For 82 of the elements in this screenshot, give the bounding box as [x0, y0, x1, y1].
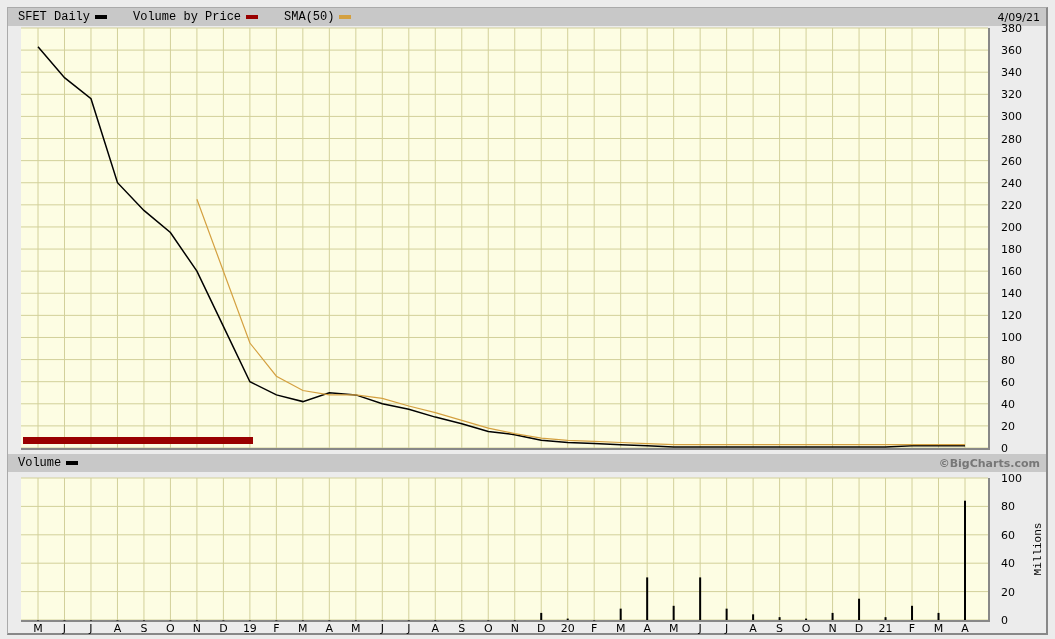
x-axis-label: 19	[242, 622, 257, 635]
y-axis-label: 80	[1001, 500, 1015, 514]
x-axis-label: M	[33, 622, 43, 635]
y-axis-label: 40	[1001, 557, 1015, 571]
y-axis-label: 240	[1001, 176, 1022, 190]
x-axis-label: J	[380, 622, 384, 635]
x-axis-label: A	[961, 622, 969, 635]
y-axis-label: 20	[1001, 585, 1015, 599]
x-axis-label: A	[325, 622, 334, 635]
y-axis-label: 60	[1001, 528, 1015, 542]
volume-bar	[672, 605, 675, 620]
y-axis-label: 40	[1001, 397, 1015, 411]
legend-label: SFET Daily	[18, 10, 90, 24]
x-axis-label: F	[273, 622, 280, 635]
copyright-text: ©BigCharts.com	[938, 456, 1040, 470]
x-axis-label: O	[166, 622, 175, 635]
legend-label: Volume by Price	[133, 10, 242, 24]
x-axis-label: S	[458, 622, 466, 635]
y-axis-label: 280	[1001, 132, 1022, 146]
y-axis-label: 220	[1001, 198, 1022, 212]
volume-bar	[911, 605, 914, 620]
x-axis-label: J	[698, 622, 702, 635]
y-axis-label: 200	[1001, 220, 1022, 234]
y-axis-label: 340	[1001, 66, 1022, 80]
y-axis-label: 20	[1001, 419, 1015, 433]
x-axis-label: N	[192, 622, 202, 635]
volume-bar	[646, 577, 649, 620]
x-axis-label: N	[510, 622, 519, 635]
x-axis-label: M	[351, 622, 361, 635]
x-axis-label: F	[591, 622, 598, 635]
volume-bar	[884, 617, 887, 620]
y-axis-label: 320	[1001, 88, 1022, 102]
volume-bar	[937, 612, 940, 620]
x-axis-label: D	[854, 622, 864, 635]
x-axis-label: S	[776, 622, 784, 635]
y-axis-label: 160	[1001, 265, 1022, 279]
x-axis-label: A	[643, 622, 651, 635]
x-axis-label: F	[908, 622, 916, 635]
x-axis-label: M	[668, 622, 679, 635]
y-axis-label: 300	[1001, 110, 1022, 124]
chart-date: 4/09/21	[997, 10, 1040, 24]
y-axis-label: 60	[1001, 375, 1015, 389]
x-axis-label: A	[431, 622, 440, 635]
volume-bar	[778, 617, 781, 620]
x-axis-label: A	[113, 622, 122, 635]
legend-label: SMA(50)	[284, 10, 335, 24]
y-axis-label: 80	[1001, 353, 1015, 367]
y-axis-label: 100	[1001, 474, 1022, 485]
volume-bar	[540, 612, 543, 620]
y-axis-label: 380	[1001, 22, 1022, 35]
volume-bar	[619, 608, 622, 620]
x-axis-label: J	[407, 622, 411, 635]
y-axis-label: 120	[1001, 309, 1022, 323]
x-axis-label: M	[615, 622, 626, 635]
x-axis-label: N	[828, 622, 837, 635]
y-axis-label: 0	[1001, 442, 1008, 454]
volume-bar	[831, 612, 834, 620]
x-axis-label: 21	[878, 622, 893, 635]
volume-bar	[752, 614, 755, 620]
x-axis-label: D	[537, 622, 546, 635]
x-axis-label: S	[140, 622, 148, 635]
y-axis-label: 0	[1001, 614, 1008, 627]
x-axis-label: J	[725, 622, 729, 635]
x-axis-label: D	[219, 622, 228, 635]
y-axis-label: 140	[1001, 287, 1022, 301]
volume-bar	[858, 598, 861, 620]
x-axis-label: 20	[560, 622, 575, 635]
x-axis-label: O	[801, 622, 811, 635]
y-axis-label: 100	[1001, 331, 1022, 345]
x-axis-label: M	[933, 622, 944, 635]
volume-bar	[699, 577, 702, 620]
x-axis-label: A	[749, 622, 757, 635]
x-axis-label: M	[298, 622, 308, 635]
legend-label: Volume	[18, 456, 62, 470]
x-axis-label: O	[483, 622, 493, 635]
y-axis-label: 360	[1001, 44, 1022, 58]
y-axis-title: Millions	[1032, 522, 1044, 576]
volume-bar	[725, 608, 728, 620]
y-axis-label: 180	[1001, 243, 1022, 257]
x-axis-label: J	[89, 622, 93, 635]
x-axis-label: J	[62, 622, 67, 635]
y-axis-label: 260	[1001, 154, 1022, 168]
